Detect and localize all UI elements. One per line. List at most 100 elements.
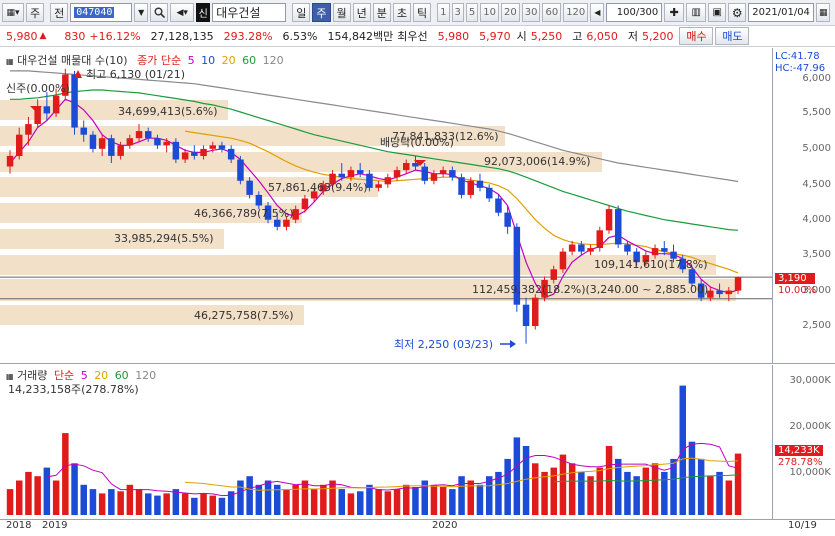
volume-bar [181, 493, 189, 515]
candle-body [587, 248, 594, 252]
profile-label: 33,985,294(5.5%) [114, 232, 214, 245]
interval-120[interactable]: 120 [563, 3, 589, 22]
candle-body [532, 297, 539, 326]
period-select[interactable]: 주 [26, 3, 45, 22]
x-label: 10/19 [788, 520, 817, 531]
low-price: 5,200 [641, 29, 674, 43]
volume-bar [550, 467, 557, 515]
calendar-icon[interactable]: ▦ [816, 3, 831, 22]
save-icon[interactable]: ▣ [708, 3, 727, 22]
price-chart-pane[interactable]: ▦ 대우건설 매물대 수(10) 종가 단순 5 10 20 60 120 신주… [0, 48, 772, 364]
candle-body [301, 198, 309, 210]
volume-bar [163, 493, 170, 515]
volume-bar [62, 433, 69, 515]
candle-body [486, 187, 493, 199]
sell-button[interactable]: 매도 [715, 27, 750, 45]
up-arrow-icon: ▲ [39, 31, 47, 41]
volume-bar [172, 489, 180, 515]
volume-value: 14,233,158주(278.78%) [8, 383, 139, 396]
crosshair-icon[interactable]: ✚ [664, 3, 685, 22]
max-price-label: 최고 6,130 (01/21) [86, 68, 186, 81]
candle-body [403, 163, 410, 171]
candle-body [98, 138, 106, 149]
profile-label: 92,073,006(14.9%) [484, 155, 591, 168]
volume-bar [310, 489, 318, 515]
interval-5[interactable]: 5 [465, 3, 479, 22]
volume-ratio: 293.28% [223, 29, 273, 43]
volume-bar [697, 458, 705, 515]
interval-3[interactable]: 3 [451, 3, 464, 22]
date-field[interactable]: 2021/01/04 [748, 3, 815, 22]
candle-body [347, 170, 355, 178]
code-dropdown-icon[interactable]: ▼ [134, 3, 149, 22]
profile-label: 46,275,758(7.5%) [194, 309, 294, 322]
scroll-left-icon[interactable]: ◀ [590, 3, 605, 22]
interval-20[interactable]: 20 [500, 3, 520, 22]
tab-tick[interactable]: 틱 [413, 3, 432, 22]
volume-bar [541, 471, 548, 515]
candle-body [283, 219, 290, 227]
volume-axis: 30,000K 20,000K 10,000K 14,233K 278.78% [772, 365, 835, 519]
y-tick: 30,000K [789, 375, 831, 386]
volume-bar [71, 463, 78, 516]
tab-year[interactable]: 년 [352, 3, 371, 22]
volume-bar [633, 476, 640, 515]
interval-60[interactable]: 60 [542, 3, 562, 22]
stock-code-input[interactable]: 047040 [70, 3, 133, 22]
chart-menu-icon[interactable]: ▦▾ [2, 3, 24, 22]
candle-body [89, 134, 97, 149]
count-field[interactable]: 100/300 [606, 3, 663, 22]
volume-bar [52, 480, 60, 515]
candle-body [559, 251, 567, 270]
volume-bar [338, 489, 345, 515]
speaker-icon[interactable]: ◀▾ [170, 3, 195, 22]
interval-30[interactable]: 30 [521, 3, 541, 22]
y-tick: 5,500 [802, 107, 831, 118]
ma10-label: 10 [201, 54, 216, 67]
candle-body [734, 277, 742, 291]
candle-body [135, 131, 143, 139]
candle-body [154, 138, 161, 146]
candle-body [375, 184, 382, 188]
tab-week[interactable]: 주 [312, 3, 331, 22]
compare-icon[interactable]: ▥ [686, 3, 707, 22]
tab-second[interactable]: 초 [392, 3, 411, 22]
tab-minute[interactable]: 분 [372, 3, 391, 22]
interval-1[interactable]: 1 [437, 3, 450, 22]
candle-body [495, 198, 502, 213]
ma120-line [10, 70, 739, 183]
lc-value: LC:41.78 [775, 51, 820, 62]
volume-bar [651, 463, 659, 516]
volume-bar [237, 480, 244, 515]
settings-icon[interactable]: ⚙ [728, 3, 747, 22]
tab-day[interactable]: 일 [292, 3, 311, 22]
candle-body [117, 145, 124, 156]
candle-body [338, 173, 345, 178]
volume-bar [725, 480, 733, 515]
candle-body [200, 148, 207, 156]
volume-chart-pane[interactable]: ▦ 거래량 단순 5 20 60 120 14,233,158주(278.78%… [0, 365, 772, 519]
jeon-button[interactable]: 전 [50, 3, 69, 22]
volume-bar [301, 480, 309, 515]
y-tick: 20,000K [789, 421, 831, 432]
x-axis [0, 519, 835, 536]
tab-month[interactable]: 월 [332, 3, 351, 22]
change-amount: 830 [64, 29, 86, 43]
volume-bar [145, 493, 152, 515]
candle-body [596, 230, 603, 248]
current-price-tag: 3,190 [775, 273, 815, 284]
candle-body [357, 170, 364, 174]
y-tick: 4,500 [802, 179, 831, 190]
buy-button[interactable]: 매수 [679, 27, 714, 45]
low-label: 저 [627, 30, 638, 43]
volume-bar [532, 463, 539, 516]
volume-bar [587, 476, 594, 515]
search-icon[interactable] [150, 3, 169, 22]
volume-bar [559, 454, 567, 515]
ma20-label: 20 [221, 54, 236, 67]
candle-body [458, 177, 465, 195]
interval-10[interactable]: 10 [480, 3, 499, 22]
candle-body [246, 180, 253, 195]
volume-bar [117, 491, 124, 515]
volume-bar [476, 484, 484, 515]
